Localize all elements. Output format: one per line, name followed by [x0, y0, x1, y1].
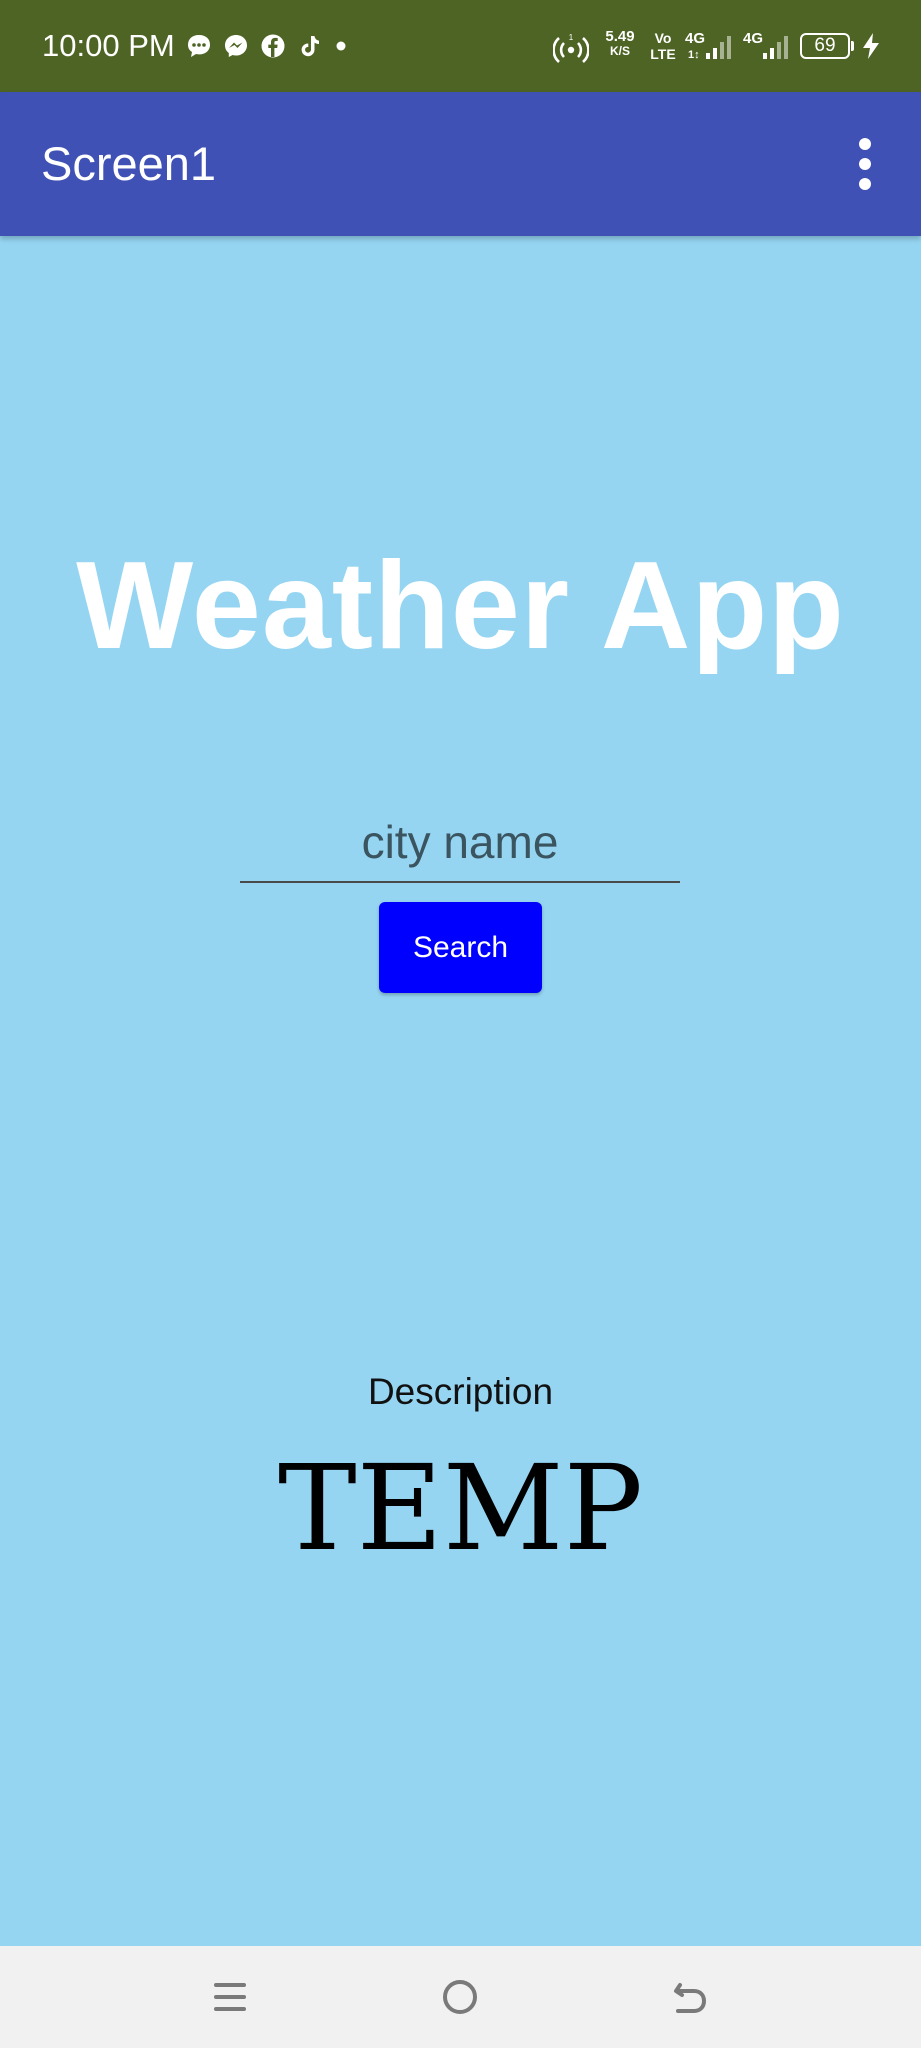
- app-bar: Screen1: [0, 92, 921, 236]
- status-bar: 10:00 PM 1 5.49 K/S Vo LTE 4G 1↕ 4G 69: [0, 0, 921, 92]
- search-button[interactable]: Search: [379, 902, 542, 993]
- volte-bottom-label: LTE: [650, 46, 676, 62]
- main-content: Weather App Search Description TEMP: [0, 236, 921, 1946]
- notification-icons: [186, 30, 348, 62]
- overflow-menu-icon[interactable]: [843, 136, 887, 192]
- volte-top-label: Vo: [654, 30, 672, 46]
- network-speed-unit: K/S: [609, 44, 630, 58]
- volte-indicator: Vo LTE: [648, 30, 678, 62]
- tiktok-icon: [301, 36, 319, 57]
- messenger-icon: [225, 35, 247, 57]
- network-speed: 5.49 K/S: [600, 29, 640, 59]
- home-circle-icon[interactable]: [436, 1973, 484, 2021]
- network-speed-value: 5.49: [605, 28, 635, 45]
- battery-tip: [851, 41, 854, 51]
- chat-bubble-icon: [188, 35, 210, 57]
- menu-lines-icon[interactable]: [206, 1973, 254, 2021]
- city-name-input[interactable]: [240, 803, 680, 883]
- navigation-bar: [0, 1946, 921, 2048]
- facebook-icon: [261, 34, 285, 58]
- battery-indicator: 69: [800, 33, 850, 59]
- svg-text:1↕: 1↕: [688, 49, 700, 61]
- temperature-label: TEMP: [277, 1439, 644, 1577]
- hotspot-icon: 1: [553, 33, 589, 63]
- sim2-signal-icon: [763, 36, 788, 59]
- svg-text:1: 1: [569, 33, 574, 42]
- weather-description-label: Description: [367, 1371, 554, 1412]
- back-arrow-icon[interactable]: [666, 1973, 714, 2021]
- app-heading: Weather App: [76, 537, 845, 675]
- status-time: 10:00 PM: [42, 28, 175, 63]
- screen-title: Screen1: [41, 137, 217, 190]
- dot-icon: [336, 41, 346, 51]
- sim1-signal-icon: 1↕: [688, 36, 731, 61]
- charging-bolt-icon: [863, 33, 879, 59]
